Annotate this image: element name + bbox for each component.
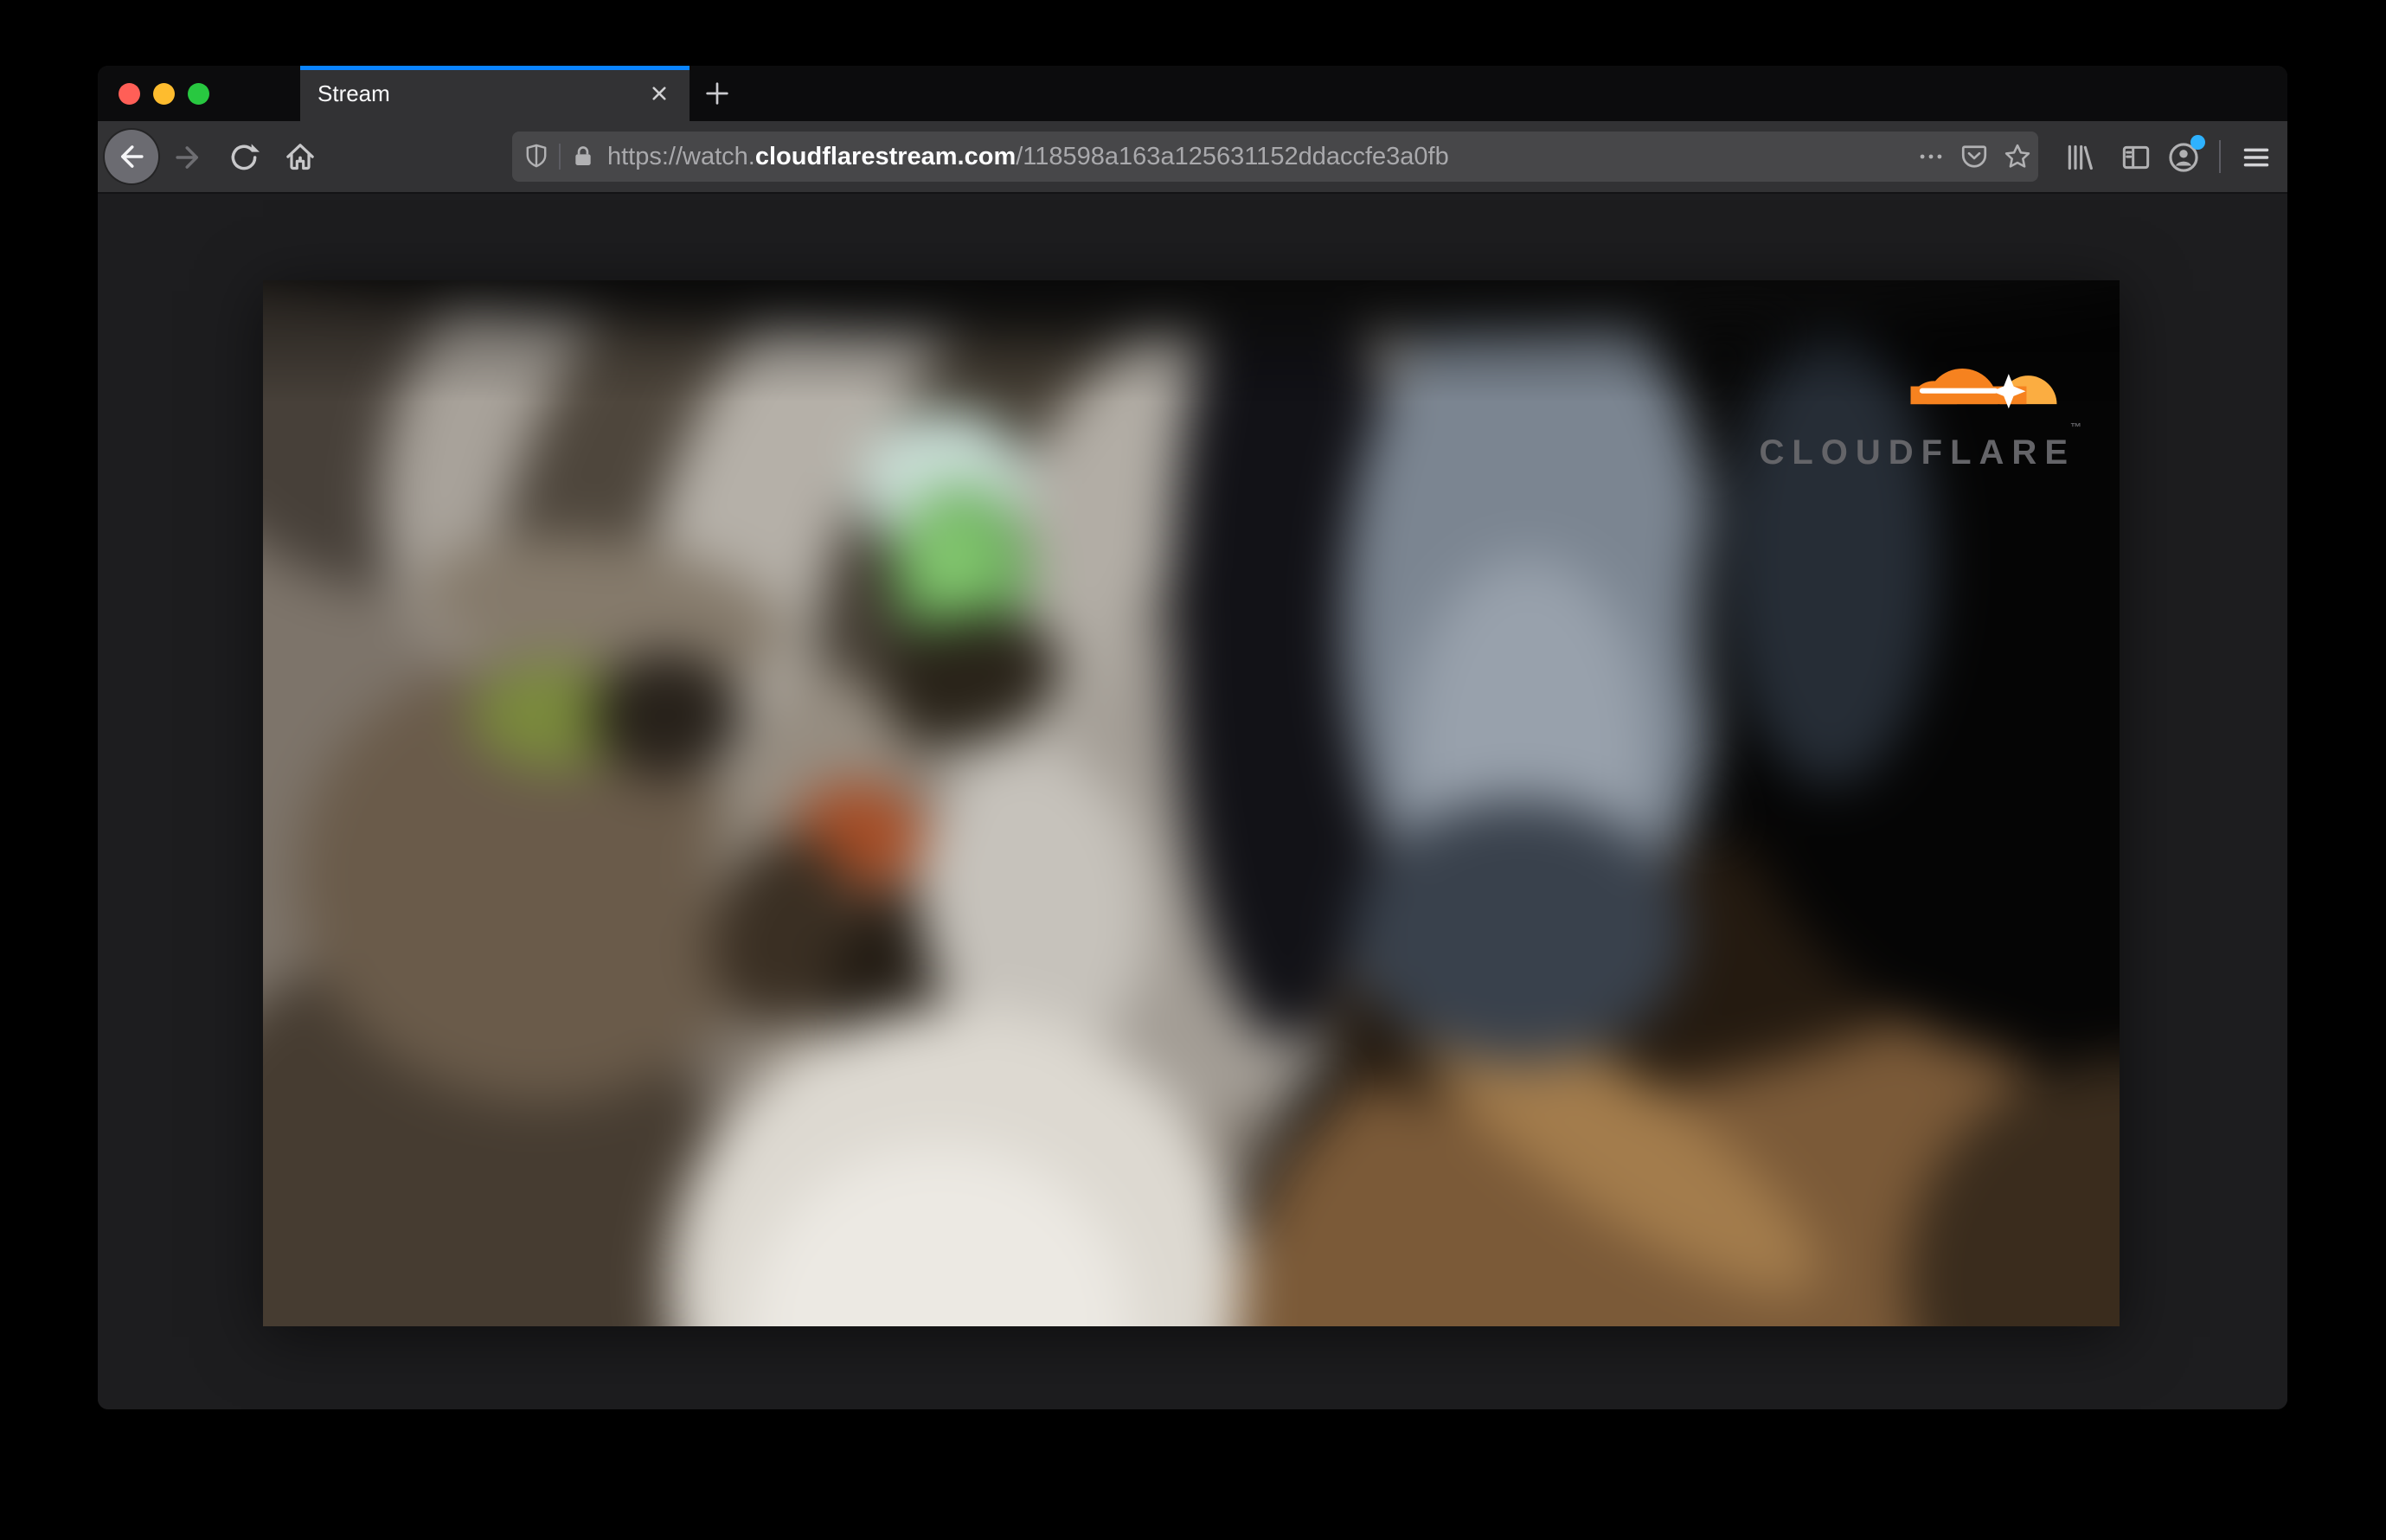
tracking-protection-shield-icon[interactable] bbox=[521, 141, 552, 172]
bookmark-star-icon[interactable] bbox=[2002, 141, 2033, 172]
home-icon bbox=[286, 144, 314, 170]
cloudflare-watermark: CLOUDFLARE™ bbox=[1759, 325, 2081, 472]
tab-strip: Stream bbox=[98, 66, 2287, 121]
tab-title: Stream bbox=[317, 80, 390, 106]
menu-button[interactable] bbox=[2237, 138, 2275, 176]
trademark-mark: ™ bbox=[2070, 420, 2081, 433]
desktop: { "window": { "controls": [ { "name": "c… bbox=[0, 0, 2386, 1540]
tab-close-button[interactable] bbox=[646, 80, 672, 106]
minimize-window-button[interactable] bbox=[153, 82, 175, 105]
url-domain: cloudflarestream.com bbox=[754, 142, 1017, 170]
video-player[interactable]: CLOUDFLARE™ bbox=[263, 280, 2120, 1326]
lock-icon[interactable] bbox=[568, 141, 599, 172]
account-button[interactable] bbox=[2165, 135, 2205, 176]
library-icon bbox=[2068, 144, 2093, 170]
window-controls bbox=[98, 66, 300, 121]
toolbar-separator bbox=[2219, 140, 2221, 173]
close-window-button[interactable] bbox=[119, 82, 140, 105]
sidebar-icon bbox=[2122, 145, 2150, 170]
reload-icon bbox=[231, 144, 260, 170]
home-button[interactable] bbox=[281, 138, 319, 176]
page-actions-ellipsis-icon[interactable] bbox=[1915, 141, 1947, 172]
urlbar-actions bbox=[1915, 141, 2033, 172]
sidebar-toggle-button[interactable] bbox=[2117, 138, 2155, 176]
cat-visual-blob bbox=[592, 652, 743, 778]
tab-stream[interactable]: Stream bbox=[300, 66, 690, 121]
back-button[interactable] bbox=[105, 130, 158, 183]
cat-visual-blob bbox=[1353, 799, 1686, 1063]
navigation-toolbar: https://watch.cloudflarestream.com/11859… bbox=[98, 121, 2287, 194]
new-tab-button[interactable] bbox=[690, 66, 745, 121]
page-content: CLOUDFLARE™ bbox=[98, 194, 2287, 1409]
close-icon bbox=[652, 87, 666, 100]
browser-window: Stream https://watch.cloudflarestream.co… bbox=[98, 66, 2287, 1409]
library-button[interactable] bbox=[2061, 138, 2099, 176]
url-scheme: https://watch. bbox=[607, 142, 755, 170]
account-notification-dot bbox=[2190, 135, 2205, 150]
reload-button[interactable] bbox=[225, 138, 263, 176]
hamburger-icon bbox=[2243, 148, 2269, 167]
cloudflare-cloud-icon bbox=[1910, 368, 2057, 409]
url-path: /118598a163a125631152ddaccfe3a0fb bbox=[1016, 142, 1449, 170]
url-bar[interactable]: https://watch.cloudflarestream.com/11859… bbox=[512, 132, 2038, 182]
arrow-right-icon bbox=[176, 146, 199, 169]
arrow-left-icon bbox=[120, 145, 144, 168]
url-text: https://watch.cloudflarestream.com/11859… bbox=[607, 143, 1915, 171]
pocket-icon[interactable] bbox=[1959, 141, 1990, 172]
cloudflare-wordmark: CLOUDFLARE™ bbox=[1759, 420, 2081, 472]
cat-visual-blob bbox=[908, 507, 998, 615]
zoom-window-button[interactable] bbox=[188, 82, 209, 105]
plus-icon bbox=[706, 82, 728, 105]
urlbar-divider bbox=[559, 144, 561, 170]
forward-button[interactable] bbox=[169, 138, 207, 176]
